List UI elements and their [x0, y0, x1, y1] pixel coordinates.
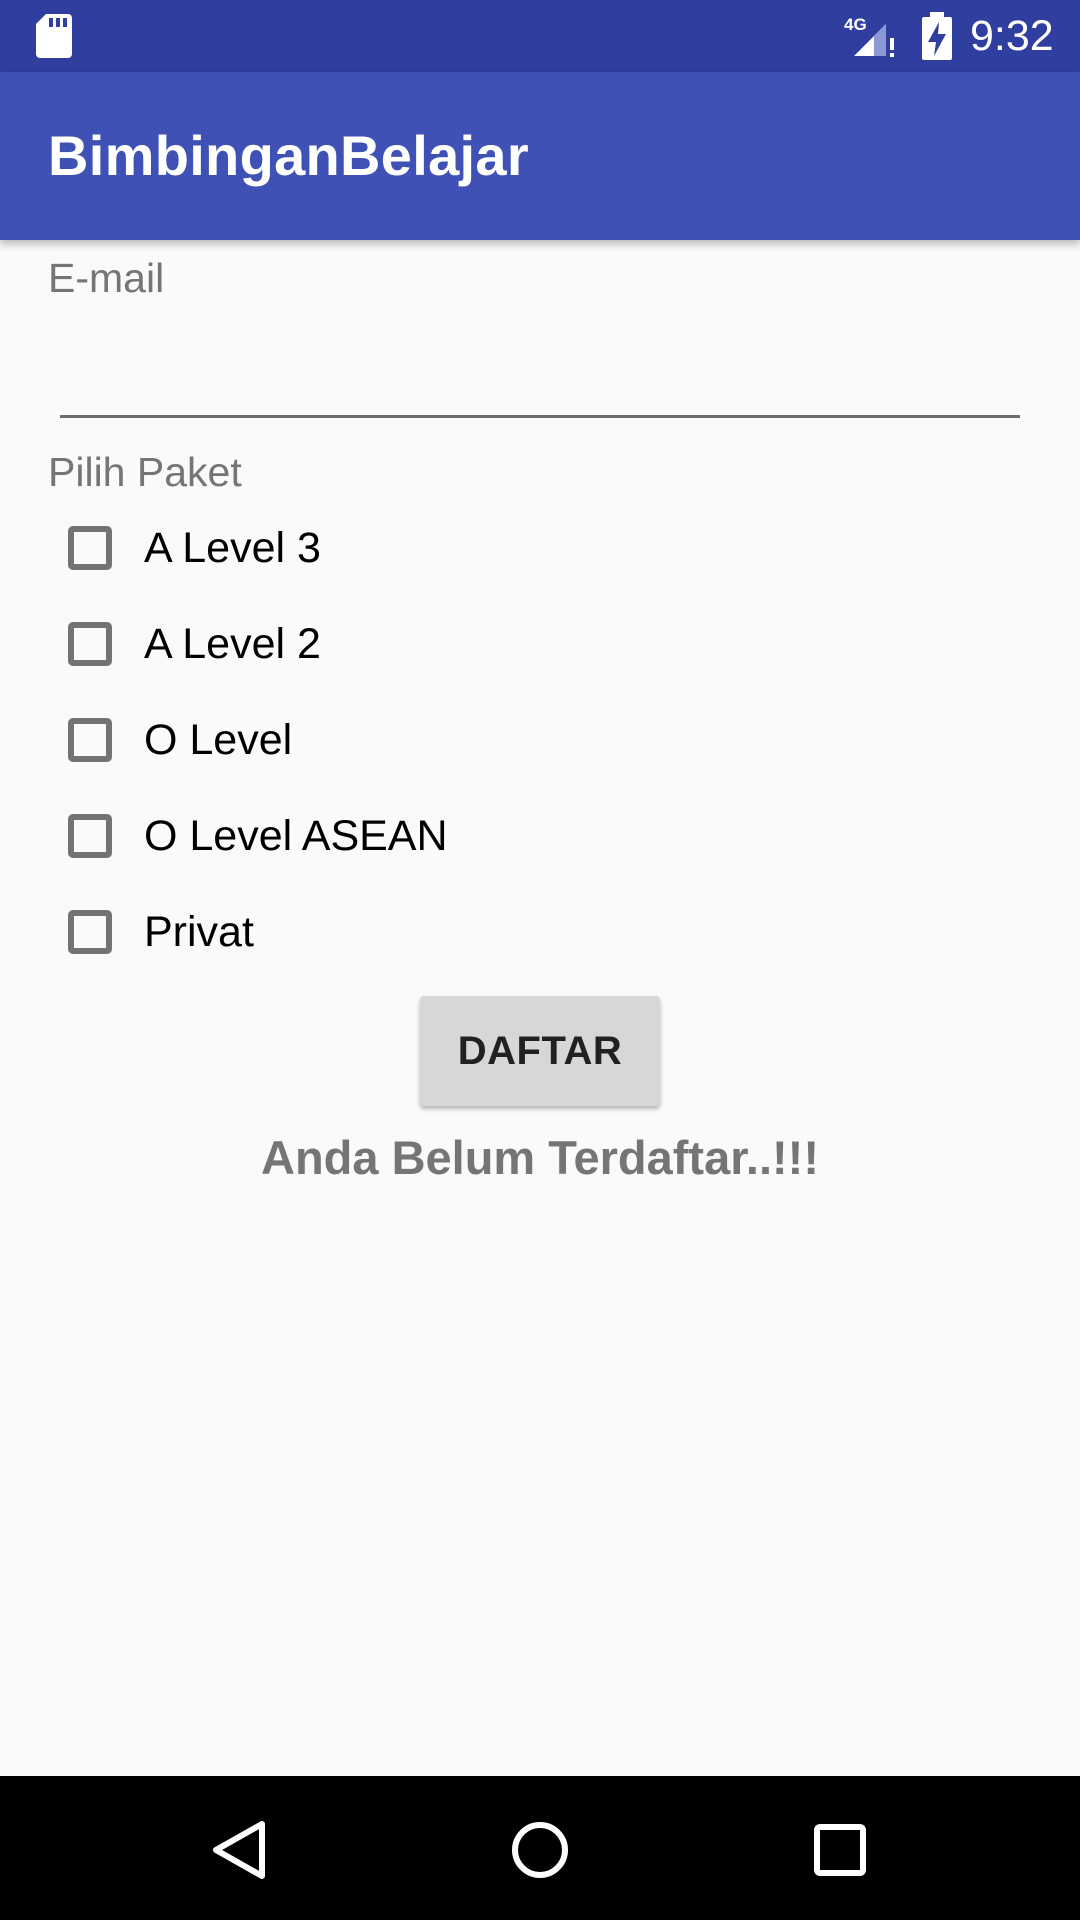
daftar-button[interactable]: DAFTAR: [420, 996, 660, 1106]
status-bar: 4G 9:32: [0, 0, 1080, 72]
signal-4g-icon: 4G: [844, 15, 894, 57]
checkbox-label: Privat: [144, 908, 254, 956]
paket-label: Pilih Paket: [48, 449, 242, 495]
checkbox-o-level[interactable]: O Level: [68, 704, 628, 776]
checkbox-box[interactable]: [68, 910, 112, 954]
checkbox-label: A Level 3: [144, 524, 321, 572]
checkbox-a-level-2[interactable]: A Level 2: [68, 608, 628, 680]
sd-card-icon: [36, 14, 72, 58]
network-type-label: 4G: [844, 15, 867, 34]
checkbox-label: A Level 2: [144, 620, 321, 668]
checkbox-box[interactable]: [68, 622, 112, 666]
battery-charging-icon: [922, 12, 952, 60]
checkbox-box[interactable]: [68, 814, 112, 858]
checkbox-label: O Level ASEAN: [144, 812, 448, 860]
app-title: BimbinganBelajar: [48, 124, 529, 187]
email-field[interactable]: [60, 300, 1020, 418]
home-icon[interactable]: [500, 1810, 580, 1890]
registration-status-message: Anda Belum Terdaftar..!!!: [261, 1131, 819, 1184]
checkbox-box[interactable]: [68, 718, 112, 762]
checkbox-label: O Level: [144, 716, 293, 764]
checkbox-privat[interactable]: Privat: [68, 896, 628, 968]
app-bar: BimbinganBelajar: [0, 72, 1080, 240]
email-label: E-mail: [48, 255, 165, 301]
navigation-bar: [0, 1776, 1080, 1920]
checkbox-a-level-3[interactable]: A Level 3: [68, 512, 628, 584]
clock: 9:32: [970, 12, 1054, 60]
back-icon[interactable]: [200, 1810, 280, 1890]
recents-icon[interactable]: [800, 1810, 880, 1890]
checkbox-box[interactable]: [68, 526, 112, 570]
checkbox-o-level-asean[interactable]: O Level ASEAN: [68, 800, 628, 872]
